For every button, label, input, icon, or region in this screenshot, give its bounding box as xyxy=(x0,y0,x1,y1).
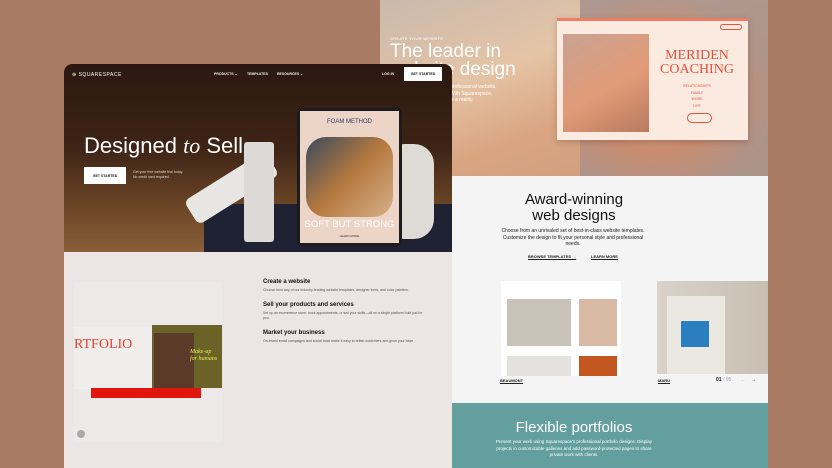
meriden-title-line1: MERIDEN xyxy=(665,48,729,63)
logo[interactable]: ⊛ SQUARESPACE xyxy=(72,72,122,78)
makeup-template-preview: Make-up for humans xyxy=(152,325,222,388)
meriden-nav-item[interactable]: LIFE xyxy=(652,103,742,110)
next-arrow-icon[interactable]: → xyxy=(751,377,756,383)
feature-desc: Choose from any of our industry-leading … xyxy=(263,288,409,292)
makeup-line: for humans xyxy=(190,356,218,362)
nav-products[interactable]: PRODUCTS ⌄ xyxy=(214,72,238,76)
tablet-screen: FOAM METHOD SOFT BUT STRONG LEARN MORE xyxy=(300,111,399,243)
hero-note: Get your free website trial today. No cr… xyxy=(133,170,183,180)
meriden-title: MERIDEN COACHING xyxy=(652,49,742,77)
portfolio-template-preview: RTFOLIO xyxy=(74,327,152,389)
tablet-headline: SOFT BUT STRONG xyxy=(304,219,395,230)
brand-name: SQUARESPACE xyxy=(78,72,122,78)
foam-method-brand: FOAM METHOD xyxy=(327,119,372,125)
makeup-text: Make-up for humans xyxy=(190,349,217,363)
meriden-nav: RELATIONSHIPS FAMILY WORK LIFE xyxy=(652,83,742,109)
template-name-maru[interactable]: MARU xyxy=(658,378,670,383)
hero-desc: professional website, With Squarespace, … xyxy=(450,84,497,104)
award-desc: Choose from an unrivaled set of best-in-… xyxy=(501,228,645,247)
feature-preview: RTFOLIO Make-up for humans xyxy=(74,282,222,442)
template-image xyxy=(507,299,571,346)
feature-desc: On-brand email campaigns and social tool… xyxy=(263,339,415,343)
tablet-mockup: FOAM METHOD SOFT BUT STRONG LEARN MORE xyxy=(297,108,402,246)
hero-get-started-button[interactable]: GET STARTED xyxy=(84,167,126,184)
nav-resources[interactable]: RESOURCES ⌄ xyxy=(277,72,303,76)
tablet-cta[interactable]: LEARN MORE xyxy=(300,234,399,238)
feature-desc: Set up an ecommerce store, book appointm… xyxy=(263,311,423,320)
prev-arrow-icon[interactable]: ← xyxy=(741,377,746,383)
nav-templates[interactable]: TEMPLATES xyxy=(247,72,268,76)
feature-item: Create a website Choose from any of our i… xyxy=(263,279,423,293)
meriden-coaching-preview: MERIDEN COACHING RELATIONSHIPS FAMILY WO… xyxy=(557,18,748,140)
pager-total: / 05 xyxy=(722,377,732,383)
template-name-beaumont[interactable]: BEAUMONT xyxy=(500,378,523,383)
learn-more-link[interactable]: LEARN MORE xyxy=(591,254,618,259)
portrait-photo xyxy=(563,34,649,132)
hero-title-word: to xyxy=(183,133,201,158)
feature-title: Create a website xyxy=(263,279,311,285)
header-button[interactable] xyxy=(720,24,742,30)
template-image xyxy=(681,321,709,347)
feature-item: Sell your products and services Set up an… xyxy=(263,302,423,321)
hero-desc-line: professional website, xyxy=(450,84,497,90)
template-image xyxy=(507,356,571,376)
meriden-cta-button[interactable] xyxy=(687,113,712,123)
hero-note-line: No credit card required. xyxy=(133,175,170,179)
dumbbell-image xyxy=(244,142,274,242)
pager: 01 / 05 ← → xyxy=(716,377,756,383)
portfolio-text: RTFOLIO xyxy=(74,337,133,352)
portfolios-desc: Present your work using Squarespace's pr… xyxy=(496,439,652,457)
meriden-title-line2: COACHING xyxy=(660,62,734,77)
hero-title-word: Sell xyxy=(206,133,244,158)
hero-title-word: Designed xyxy=(84,133,177,158)
left-website-screenshot: ⊛ SQUARESPACE PRODUCTS ⌄ TEMPLATES RESOU… xyxy=(64,64,452,468)
browse-templates-link[interactable]: BROWSE TEMPLATES → xyxy=(528,254,576,259)
template-card-maru[interactable] xyxy=(657,281,768,374)
model-photo xyxy=(154,333,194,388)
pager-current: 01 xyxy=(716,377,722,383)
red-bar xyxy=(91,388,201,398)
template-image xyxy=(579,356,617,376)
squarespace-logo-icon: ⊛ xyxy=(72,72,77,78)
hero-title: Designed to Sell xyxy=(84,133,243,159)
get-started-button[interactable]: GET STARTED xyxy=(404,67,442,81)
login-link[interactable]: LOG IN xyxy=(382,72,394,76)
hero-desc-line: is a reality. xyxy=(450,97,474,103)
feature-title: Market your business xyxy=(263,330,325,336)
features-list: Create a website Choose from any of our i… xyxy=(263,279,423,344)
feature-title: Sell your products and services xyxy=(263,302,354,308)
feature-item: Market your business On-brand email campa… xyxy=(263,330,423,344)
template-card-beaumont[interactable] xyxy=(501,281,621,376)
template-image xyxy=(579,299,617,346)
pause-icon[interactable] xyxy=(77,430,85,438)
product-photo xyxy=(306,137,393,217)
makeup-line: Make-up xyxy=(190,349,212,355)
